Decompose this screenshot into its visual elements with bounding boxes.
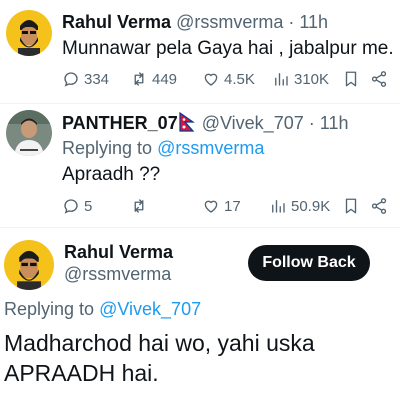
tweet-text: Apraadh ?? [62,164,161,185]
timestamp[interactable]: 11h [299,12,328,32]
replying-prefix: Replying to [4,299,95,319]
reply-icon [64,199,78,214]
bookmark-icon [345,71,357,87]
tweet-1[interactable]: Rahul Verma @rssmverma · 11h Munnawar pe… [0,0,400,104]
separator-dot: · [288,12,295,32]
share-button[interactable] [370,68,388,90]
share-icon [371,71,387,87]
like-button[interactable]: 4.5K [202,68,255,90]
reply-count: 334 [84,70,110,88]
action-bar: 334 449 4.5K 310K [62,68,392,90]
reply-count: 5 [84,197,93,215]
nepal-flag-icon [179,112,195,132]
avatar[interactable] [6,10,52,56]
views-count: 50.9K [291,197,331,215]
tweet-text-line-2: APRAADH hai. [4,360,159,386]
heart-icon [204,200,218,213]
avatar-image [6,10,52,56]
views-count: 310K [294,70,330,88]
views-button[interactable]: 310K [272,68,329,90]
username[interactable]: @rssmverma [64,263,171,285]
like-count: 4.5K [224,70,255,88]
retweet-button[interactable]: 449 [130,68,177,90]
main-tweet[interactable]: Rahul Verma @rssmverma Follow Back Reply… [0,228,400,400]
tweet-header: Rahul Verma @rssmverma · 11h [62,11,328,33]
reply-button[interactable]: 334 [62,68,109,90]
username[interactable]: @Vivek_707 [202,113,304,133]
replying-to-link[interactable]: @Vivek_707 [99,299,201,319]
like-button[interactable]: 17 [202,195,241,217]
share-button[interactable] [370,195,388,217]
replying-to-link[interactable]: @rssmverma [157,138,264,158]
share-icon [371,198,387,214]
display-name[interactable]: PANTHER_07 [62,113,178,133]
separator-dot: · [308,113,315,133]
action-bar: 5 17 50.9K [62,195,392,217]
tweet-text-line-1: Madharchod hai wo, yahi uska [4,330,315,356]
avatar[interactable] [6,110,52,156]
display-name[interactable]: Rahul Verma [64,241,173,263]
views-button[interactable]: 50.9K [269,195,330,217]
display-name[interactable]: Rahul Verma [62,12,171,32]
follow-back-button[interactable]: Follow Back [248,245,370,281]
username[interactable]: @rssmverma [176,12,283,32]
retweet-count: 449 [152,70,178,88]
heart-icon [204,73,218,86]
bookmark-button[interactable] [342,195,360,217]
timestamp[interactable]: 11h [320,113,349,133]
replying-prefix: Replying to [62,138,153,158]
views-icon [272,200,285,213]
username-text: @rssmverma [64,264,172,284]
display-name-text: Rahul Verma [64,242,174,262]
replying-to: Replying to @Vivek_707 [4,298,201,320]
retweet-icon [134,199,144,213]
tweet-2[interactable]: PANTHER_07 @Vivek_707 · 11h Replying to … [0,104,400,228]
avatar-image [4,240,54,290]
reply-button[interactable]: 5 [62,195,92,217]
bookmark-button[interactable] [342,68,360,90]
views-icon [275,73,288,86]
like-count: 17 [224,197,241,215]
tweet-header: PANTHER_07 @Vivek_707 · 11h [62,112,348,134]
avatar-image [6,110,52,156]
bookmark-icon [345,198,357,214]
reply-icon [64,72,78,87]
retweet-icon [134,72,144,86]
replying-to: Replying to @rssmverma [62,137,264,159]
retweet-button[interactable] [130,195,152,217]
avatar[interactable] [4,240,54,290]
tweet-text: Munnawar pela Gaya hai , jabalpur me. [62,38,394,59]
